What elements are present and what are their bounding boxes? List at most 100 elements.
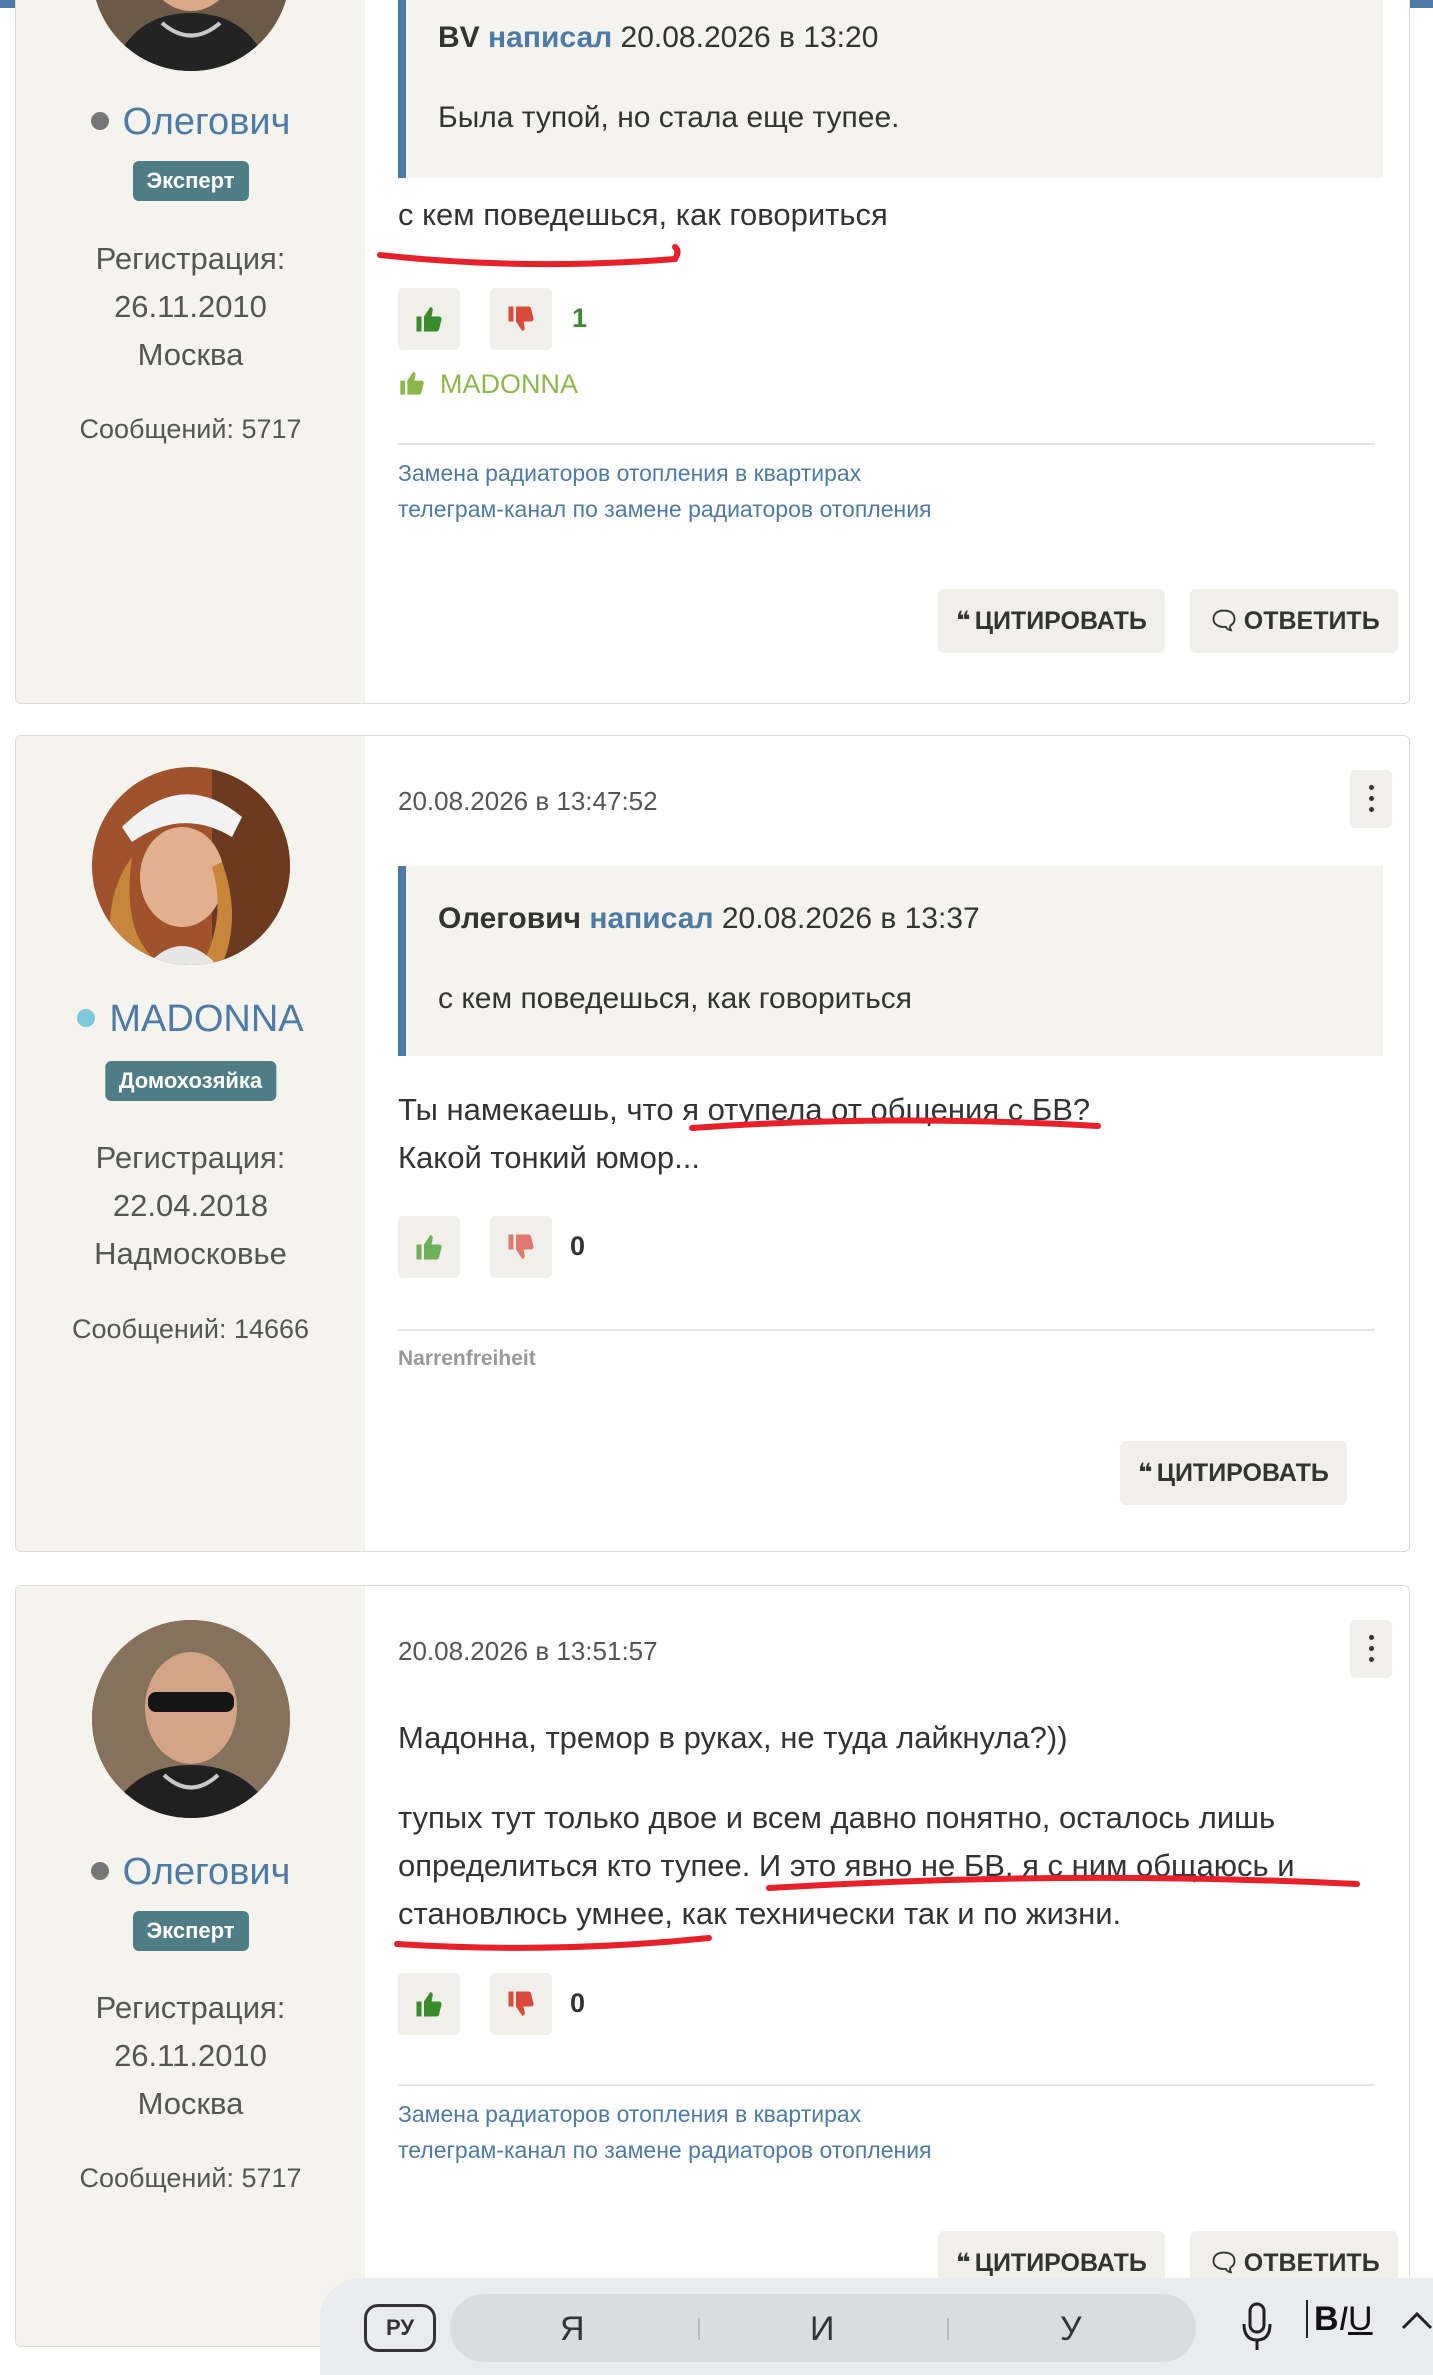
quote-author: Олегович — [438, 902, 582, 935]
quote-author: BV — [438, 21, 480, 54]
quote-icon: ❝ — [956, 606, 971, 635]
signature-link[interactable]: Замена радиаторов отопления в квартирах — [398, 2096, 932, 2132]
liked-by-user[interactable]: MADONNA — [440, 369, 578, 399]
signature-link[interactable]: телеграм-канал по замене радиаторов отоп… — [398, 2132, 932, 2168]
liked-by[interactable]: MADONNA — [398, 369, 578, 400]
thumbs-up-icon — [416, 1235, 442, 1260]
offline-status-dot — [90, 111, 109, 130]
dislike-button[interactable] — [490, 1216, 552, 1278]
avatar[interactable] — [92, 1620, 290, 1818]
like-button[interactable] — [398, 288, 460, 350]
quote-button-label: ЦИТИРОВАТЬ — [1156, 1459, 1329, 1487]
forum-post: Олегович Эксперт Регистрация: 26.11.2010… — [15, 1585, 1410, 2347]
signature-link[interactable]: Замена радиаторов отопления в квартирах — [398, 455, 932, 491]
like-button[interactable] — [398, 1973, 460, 2035]
thumbs-down-icon — [508, 1991, 534, 2016]
thumbs-up-icon — [416, 1992, 442, 2017]
reply-bubble-icon: 🗨 — [1208, 2248, 1240, 2277]
registration-info: Регистрация: 26.11.2010 Москва — [16, 1984, 365, 2128]
quote-wrote-link[interactable]: написал — [589, 902, 713, 935]
signature: Narrenfreiheit — [398, 1347, 536, 1370]
post-author-sidebar: Олегович Эксперт Регистрация: 26.11.2010… — [16, 0, 365, 703]
post-timestamp[interactable]: 20.08.2026 в 13:47:52 — [398, 786, 658, 817]
author-name-link[interactable]: Олегович — [123, 1851, 291, 1893]
post-author-sidebar: Олегович Эксперт Регистрация: 26.11.2010… — [16, 1586, 365, 2346]
signature: Замена радиаторов отопления в квартирах … — [398, 2096, 932, 2168]
quote-icon: ❝ — [1138, 1458, 1153, 1487]
dislike-button[interactable] — [490, 1973, 552, 2035]
offline-status-dot — [90, 1861, 109, 1880]
quote-block: Олегович написал 20.08.2026 в 13:37 с ке… — [398, 866, 1383, 1056]
author-city: Надмосковье — [94, 1236, 287, 1271]
thumbs-up-icon — [416, 307, 442, 332]
reply-button-label: ОТВЕТИТЬ — [1243, 2249, 1380, 2277]
quote-button-label: ЦИТИРОВАТЬ — [974, 2249, 1147, 2277]
suggestion[interactable]: И — [810, 2310, 834, 2349]
quote-text: с кем поведешься, как говориться — [438, 982, 913, 1015]
message-count: Сообщений: 14666 — [71, 1314, 310, 1344]
post-text-line: Ты намекаешь, что я отупела от общения с… — [398, 1092, 1091, 1127]
reg-label: Регистрация: — [95, 241, 286, 276]
online-status-dot — [77, 1008, 96, 1027]
quote-date: 20.08.2026 в 13:20 — [620, 21, 879, 54]
suggestion[interactable]: У — [1060, 2310, 1082, 2349]
suggestion[interactable]: Я — [560, 2310, 585, 2349]
reply-button[interactable]: 🗨 ОТВЕТИТЬ — [1190, 589, 1398, 653]
post-menu-button[interactable] — [1350, 1620, 1392, 1678]
reg-label: Регистрация: — [95, 1990, 286, 2025]
signature-divider — [398, 1329, 1375, 1331]
quote-header: Олегович написал 20.08.2026 в 13:37 — [438, 902, 980, 936]
quote-button[interactable]: ❝ ЦИТИРОВАТЬ — [1120, 1441, 1347, 1505]
quote-icon: ❝ — [956, 2248, 971, 2277]
post-text: с кем поведешься, как говориться — [398, 197, 888, 232]
more-vertical-icon — [1369, 785, 1374, 790]
post-text-line: тупых тут только двое и всем давно понят… — [398, 1800, 1276, 1835]
chevron-up-icon[interactable] — [1400, 2308, 1433, 2332]
author-name-link[interactable]: Олегович — [123, 101, 291, 143]
avatar[interactable] — [92, 767, 290, 965]
more-vertical-icon — [1369, 1635, 1374, 1640]
forum-post: MADONNA Домохозяйка Регистрация: 22.04.2… — [15, 735, 1410, 1552]
dislike-button[interactable] — [490, 288, 552, 350]
signature-link[interactable]: телеграм-канал по замене радиаторов отоп… — [398, 491, 932, 527]
post-text-line: Какой тонкий юмор... — [398, 1140, 700, 1175]
forum-post: Олегович Эксперт Регистрация: 26.11.2010… — [15, 0, 1410, 704]
avatar[interactable] — [92, 0, 290, 71]
reg-date: 26.11.2010 — [114, 289, 267, 324]
post-author-sidebar: MADONNA Домохозяйка Регистрация: 22.04.2… — [16, 736, 365, 1551]
author-badge: Эксперт — [132, 161, 249, 201]
thumbs-down-icon — [508, 306, 534, 331]
author-city: Москва — [137, 2086, 244, 2121]
author-name[interactable]: Олегович — [16, 1851, 365, 1894]
author-name[interactable]: Олегович — [16, 101, 365, 144]
word-suggestions: Я И У — [450, 2294, 1196, 2362]
post-text-line: становлюсь умнее, как технически так и п… — [398, 1896, 1122, 1931]
quote-button[interactable]: ❝ ЦИТИРОВАТЬ — [938, 589, 1165, 653]
microphone-icon[interactable] — [1240, 2302, 1274, 2352]
post-content: BV написал 20.08.2026 в 13:20 Была тупой… — [365, 0, 1409, 703]
post-text: Ты намекаешь, что я отупела от общения с… — [398, 1086, 1388, 1182]
signature-divider — [398, 2084, 1375, 2086]
post-menu-button[interactable] — [1350, 770, 1392, 828]
quote-wrote-link[interactable]: написал — [488, 21, 612, 54]
language-switch[interactable]: РУ — [364, 2304, 436, 2352]
keyboard-suggestion-bar: РУ Я И У BIU — [320, 2278, 1433, 2375]
thumbs-up-icon — [400, 371, 424, 395]
post-text: тупых тут только двое и всем давно понят… — [398, 1794, 1388, 1938]
author-name[interactable]: MADONNA — [16, 998, 365, 1041]
quote-header: BV написал 20.08.2026 в 13:20 — [438, 21, 878, 55]
reg-date: 26.11.2010 — [114, 2038, 267, 2073]
reply-bubble-icon: 🗨 — [1208, 606, 1240, 635]
post-content: 20.08.2026 в 13:47:52 Олегович написал 2… — [365, 736, 1409, 1551]
post-timestamp[interactable]: 20.08.2026 в 13:51:57 — [398, 1636, 658, 1667]
registration-info: Регистрация: 22.04.2018 Надмосковье — [16, 1134, 365, 1278]
signature: Замена радиаторов отопления в квартирах … — [398, 455, 932, 527]
author-name-link[interactable]: MADONNA — [109, 998, 303, 1040]
like-button[interactable] — [398, 1216, 460, 1278]
thumbs-down-icon — [508, 1234, 534, 1259]
quote-text: Была тупой, но стала еще тупее. — [438, 101, 900, 134]
text-format-button[interactable]: BIU — [1306, 2300, 1373, 2339]
quote-block: BV написал 20.08.2026 в 13:20 Была тупой… — [398, 0, 1383, 178]
reply-button-label: ОТВЕТИТЬ — [1243, 607, 1380, 635]
vote-score: 1 — [572, 303, 588, 333]
